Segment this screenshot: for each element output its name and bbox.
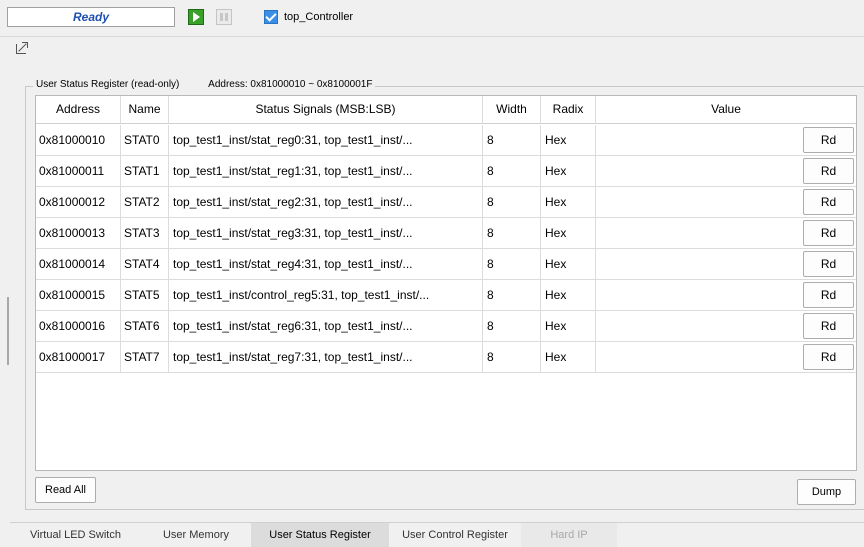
dump-button[interactable]: Dump xyxy=(797,479,856,505)
value-cell[interactable] xyxy=(596,218,801,248)
width-cell[interactable]: 8 xyxy=(483,280,541,310)
group-title: User Status Register (read-only) Address… xyxy=(33,79,376,90)
column-header-name[interactable]: Name xyxy=(121,96,169,124)
controller-checkbox[interactable] xyxy=(264,10,278,24)
name-cell: STAT6 xyxy=(121,311,169,341)
tab-user-control-register[interactable]: User Control Register xyxy=(389,523,521,547)
value-cell[interactable] xyxy=(596,311,801,341)
group-title-text: User Status Register (read-only) xyxy=(36,79,180,90)
read-button[interactable]: Rd xyxy=(803,127,854,153)
value-cell[interactable] xyxy=(596,187,801,217)
column-header-width[interactable]: Width xyxy=(483,96,541,124)
radix-cell[interactable]: Hex xyxy=(541,125,596,155)
width-cell[interactable]: 8 xyxy=(483,342,541,372)
column-header-value[interactable]: Value xyxy=(596,96,856,124)
read-button[interactable]: Rd xyxy=(803,220,854,246)
signals-cell[interactable]: top_test1_inst/stat_reg4:31, top_test1_i… xyxy=(169,249,483,279)
splitter-handle[interactable] xyxy=(7,297,9,365)
width-cell[interactable]: 8 xyxy=(483,311,541,341)
name-cell: STAT0 xyxy=(121,125,169,155)
width-cell[interactable]: 8 xyxy=(483,249,541,279)
toolbar: Ready top_Controller xyxy=(0,0,864,37)
radix-cell[interactable]: Hex xyxy=(541,187,596,217)
read-button[interactable]: Rd xyxy=(803,158,854,184)
table-row[interactable]: 0x81000013 STAT3 top_test1_inst/stat_reg… xyxy=(36,218,856,249)
name-cell: STAT1 xyxy=(121,156,169,186)
column-header-address[interactable]: Address xyxy=(36,96,121,124)
tab-virtual-led-switch[interactable]: Virtual LED Switch xyxy=(10,523,141,547)
radix-cell[interactable]: Hex xyxy=(541,218,596,248)
signals-cell[interactable]: top_test1_inst/stat_reg7:31, top_test1_i… xyxy=(169,342,483,372)
table-row[interactable]: 0x81000011 STAT1 top_test1_inst/stat_reg… xyxy=(36,156,856,187)
status-indicator: Ready xyxy=(7,7,175,27)
address-range: Address: 0x81000010 ~ 0x8100001F xyxy=(208,79,373,90)
name-cell: STAT7 xyxy=(121,342,169,372)
radix-cell[interactable]: Hex xyxy=(541,156,596,186)
address-cell: 0x81000011 xyxy=(36,156,121,186)
run-icon[interactable] xyxy=(188,9,204,25)
width-cell[interactable]: 8 xyxy=(483,187,541,217)
signals-cell[interactable]: top_test1_inst/stat_reg0:31, top_test1_i… xyxy=(169,125,483,155)
signals-cell[interactable]: top_test1_inst/stat_reg1:31, top_test1_i… xyxy=(169,156,483,186)
read-button[interactable]: Rd xyxy=(803,282,854,308)
name-cell: STAT3 xyxy=(121,218,169,248)
signals-cell[interactable]: top_test1_inst/control_reg5:31, top_test… xyxy=(169,280,483,310)
value-cell[interactable] xyxy=(596,280,801,310)
signals-cell[interactable]: top_test1_inst/stat_reg2:31, top_test1_i… xyxy=(169,187,483,217)
signals-cell[interactable]: top_test1_inst/stat_reg3:31, top_test1_i… xyxy=(169,218,483,248)
stop-icon[interactable] xyxy=(216,9,232,25)
read-all-button[interactable]: Read All xyxy=(35,477,96,503)
address-cell: 0x81000010 xyxy=(36,125,121,155)
width-cell[interactable]: 8 xyxy=(483,125,541,155)
address-cell: 0x81000013 xyxy=(36,218,121,248)
name-cell: STAT5 xyxy=(121,280,169,310)
name-cell: STAT2 xyxy=(121,187,169,217)
table-row[interactable]: 0x81000015 STAT5 top_test1_inst/control_… xyxy=(36,280,856,311)
value-cell[interactable] xyxy=(596,156,801,186)
table-row[interactable]: 0x81000010 STAT0 top_test1_inst/stat_reg… xyxy=(36,125,856,156)
radix-cell[interactable]: Hex xyxy=(541,249,596,279)
controller-label[interactable]: top_Controller xyxy=(284,11,353,23)
radix-cell[interactable]: Hex xyxy=(541,280,596,310)
address-cell: 0x81000012 xyxy=(36,187,121,217)
value-cell[interactable] xyxy=(596,249,801,279)
read-button[interactable]: Rd xyxy=(803,313,854,339)
address-cell: 0x81000016 xyxy=(36,311,121,341)
read-button[interactable]: Rd xyxy=(803,189,854,215)
value-cell[interactable] xyxy=(596,125,801,155)
status-register-table: Address Name Status Signals (MSB:LSB) Wi… xyxy=(35,95,857,471)
radix-cell[interactable]: Hex xyxy=(541,342,596,372)
table-row[interactable]: 0x81000012 STAT2 top_test1_inst/stat_reg… xyxy=(36,187,856,218)
width-cell[interactable]: 8 xyxy=(483,156,541,186)
read-button[interactable]: Rd xyxy=(803,344,854,370)
tab-bar: Virtual LED Switch User Memory User Stat… xyxy=(10,522,864,547)
radix-cell[interactable]: Hex xyxy=(541,311,596,341)
table-row[interactable]: 0x81000017 STAT7 top_test1_inst/stat_reg… xyxy=(36,342,856,373)
column-header-signals[interactable]: Status Signals (MSB:LSB) xyxy=(169,96,483,124)
address-cell: 0x81000017 xyxy=(36,342,121,372)
address-cell: 0x81000015 xyxy=(36,280,121,310)
column-header-radix[interactable]: Radix xyxy=(541,96,596,124)
value-cell[interactable] xyxy=(596,342,801,372)
expand-icon[interactable] xyxy=(16,42,28,54)
signals-cell[interactable]: top_test1_inst/stat_reg6:31, top_test1_i… xyxy=(169,311,483,341)
table-row[interactable]: 0x81000014 STAT4 top_test1_inst/stat_reg… xyxy=(36,249,856,280)
tab-hard-ip: Hard IP xyxy=(521,523,617,547)
tab-user-memory[interactable]: User Memory xyxy=(141,523,251,547)
read-button[interactable]: Rd xyxy=(803,251,854,277)
table-row[interactable]: 0x81000016 STAT6 top_test1_inst/stat_reg… xyxy=(36,311,856,342)
width-cell[interactable]: 8 xyxy=(483,218,541,248)
address-cell: 0x81000014 xyxy=(36,249,121,279)
tab-user-status-register[interactable]: User Status Register xyxy=(251,523,389,547)
name-cell: STAT4 xyxy=(121,249,169,279)
